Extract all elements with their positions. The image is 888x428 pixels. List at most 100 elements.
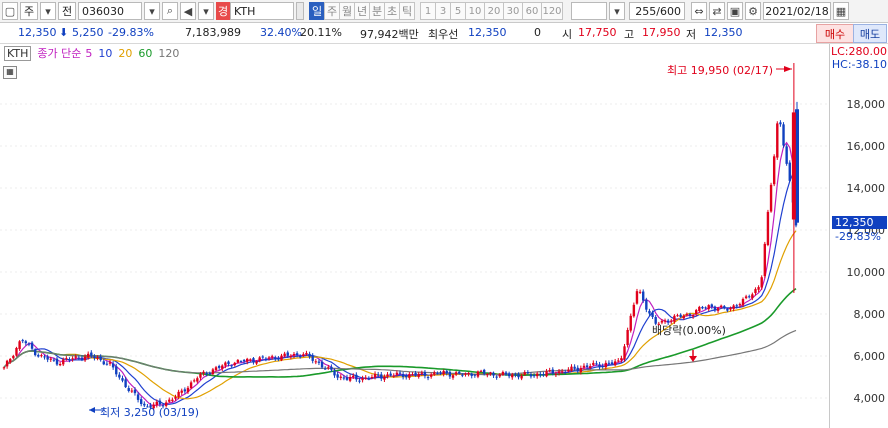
- candle-body: [735, 305, 738, 307]
- candle-body: [108, 362, 112, 364]
- dividend-marker: [689, 350, 697, 362]
- save-icon[interactable]: ▣: [727, 2, 743, 20]
- candle-body: [199, 373, 202, 378]
- interval-3[interactable]: 3: [435, 2, 451, 20]
- ma-10: 10: [98, 46, 113, 60]
- candle-body: [111, 363, 115, 368]
- interval-custom-input[interactable]: [571, 2, 607, 20]
- candle-body: [772, 156, 776, 185]
- tab-year[interactable]: 년: [354, 2, 370, 20]
- tab-minute[interactable]: 분: [369, 2, 385, 20]
- interval-buttons: 1 3 5 10 20 30 60 120: [420, 2, 563, 20]
- candle-body: [311, 355, 314, 361]
- sell-button[interactable]: 매도: [853, 24, 887, 43]
- date-field[interactable]: 2021/02/18: [763, 2, 831, 20]
- candle-body: [610, 362, 614, 364]
- dividend-annotation: 배당락(0.00%): [652, 324, 726, 337]
- candle-body: [514, 374, 517, 376]
- tab-second[interactable]: 초: [384, 2, 400, 20]
- open-price: 17,750: [578, 26, 617, 39]
- price-change: 5,250: [72, 26, 104, 39]
- interval-30[interactable]: 30: [503, 2, 523, 20]
- stock-code-input[interactable]: 036030: [78, 2, 142, 20]
- interval-60[interactable]: 60: [522, 2, 542, 20]
- candle-body: [99, 356, 102, 361]
- compare-icon[interactable]: ⇄: [709, 2, 725, 20]
- price-axis: LC:280.00 HC:-38.10 18,000 16,000 14,000…: [829, 44, 888, 428]
- period-tabs: 일 주 월 년 분 초 틱: [309, 2, 415, 20]
- tick-18000: 18,000: [846, 98, 886, 111]
- interval-dropdown-icon[interactable]: ▾: [609, 2, 625, 20]
- candle-body: [302, 354, 305, 357]
- candle-body: [788, 162, 791, 181]
- candle-body: [323, 368, 327, 370]
- candle-body: [15, 347, 18, 356]
- candle-body: [557, 371, 561, 373]
- tab-week[interactable]: 주: [324, 2, 340, 20]
- range-icon[interactable]: ⇔: [691, 2, 707, 20]
- candle-body: [27, 343, 31, 345]
- candle-body: [121, 378, 124, 381]
- tab-day[interactable]: 일: [309, 2, 325, 20]
- candle-body: [682, 315, 685, 319]
- speaker-icon[interactable]: ◀: [180, 2, 196, 20]
- candle-body: [12, 355, 15, 359]
- candle-body: [224, 362, 227, 366]
- current-price: 12,350: [18, 26, 57, 39]
- candle-body: [617, 360, 620, 362]
- candle-body: [133, 389, 137, 394]
- dropdown-arrow-icon[interactable]: ▾: [40, 2, 56, 20]
- candle-body: [423, 371, 427, 376]
- interval-1[interactable]: 1: [420, 2, 436, 20]
- candle-body: [77, 357, 81, 359]
- candle-body: [186, 387, 190, 393]
- candle-body: [607, 362, 611, 364]
- interval-20[interactable]: 20: [484, 2, 504, 20]
- interval-10[interactable]: 10: [465, 2, 485, 20]
- candle-body: [461, 374, 464, 376]
- volume: 7,183,989: [185, 26, 241, 39]
- price-change-pct: -29.83%: [108, 26, 154, 39]
- interval-5[interactable]: 5: [450, 2, 466, 20]
- candle-body: [748, 296, 751, 298]
- code-dropdown-icon[interactable]: ▾: [144, 2, 160, 20]
- candle-body: [339, 376, 342, 378]
- candle-body: [629, 315, 632, 331]
- candle-body: [277, 357, 280, 360]
- candle-body: [96, 357, 99, 359]
- candle-body: [695, 310, 698, 314]
- candle-body: [542, 374, 545, 376]
- indicator-name[interactable]: KTH: [4, 45, 32, 61]
- candle-body: [545, 371, 548, 377]
- buy-button[interactable]: 매수: [816, 24, 854, 43]
- price-chart[interactable]: [0, 62, 829, 428]
- candle-body: [320, 361, 324, 368]
- candle-body: [252, 358, 255, 363]
- candle-body: [592, 362, 595, 365]
- speaker-dropdown-icon[interactable]: ▾: [198, 2, 214, 20]
- interval-120[interactable]: 120: [541, 2, 563, 20]
- candle-body: [698, 306, 701, 312]
- candle-body: [429, 374, 433, 377]
- period-label[interactable]: 주: [20, 2, 38, 20]
- candle-body: [604, 362, 607, 368]
- candle-body: [239, 361, 243, 363]
- tab-month[interactable]: 월: [339, 2, 355, 20]
- candle-body: [333, 370, 336, 376]
- candle-body: [417, 373, 420, 377]
- window-layout-icon[interactable]: ▢: [2, 2, 18, 20]
- search-icon[interactable]: ⌕: [162, 2, 178, 20]
- count-field[interactable]: 255/600: [629, 2, 685, 20]
- gear-icon[interactable]: ⚙: [745, 2, 761, 20]
- volume-pct: 32.40%: [260, 26, 302, 39]
- candle-body: [295, 353, 299, 356]
- tab-tick[interactable]: 틱: [399, 2, 415, 20]
- indicator-legend: KTH 종가 단순 5 10 20 60 120: [0, 44, 888, 62]
- candle-body: [93, 356, 96, 358]
- candle-body: [286, 352, 289, 356]
- candle-body: [242, 359, 246, 362]
- low-annotation: 최저 3,250 (03/19): [100, 406, 200, 419]
- candle-body: [358, 380, 361, 382]
- calendar-icon[interactable]: ▦: [833, 2, 849, 20]
- candle-body: [180, 390, 183, 393]
